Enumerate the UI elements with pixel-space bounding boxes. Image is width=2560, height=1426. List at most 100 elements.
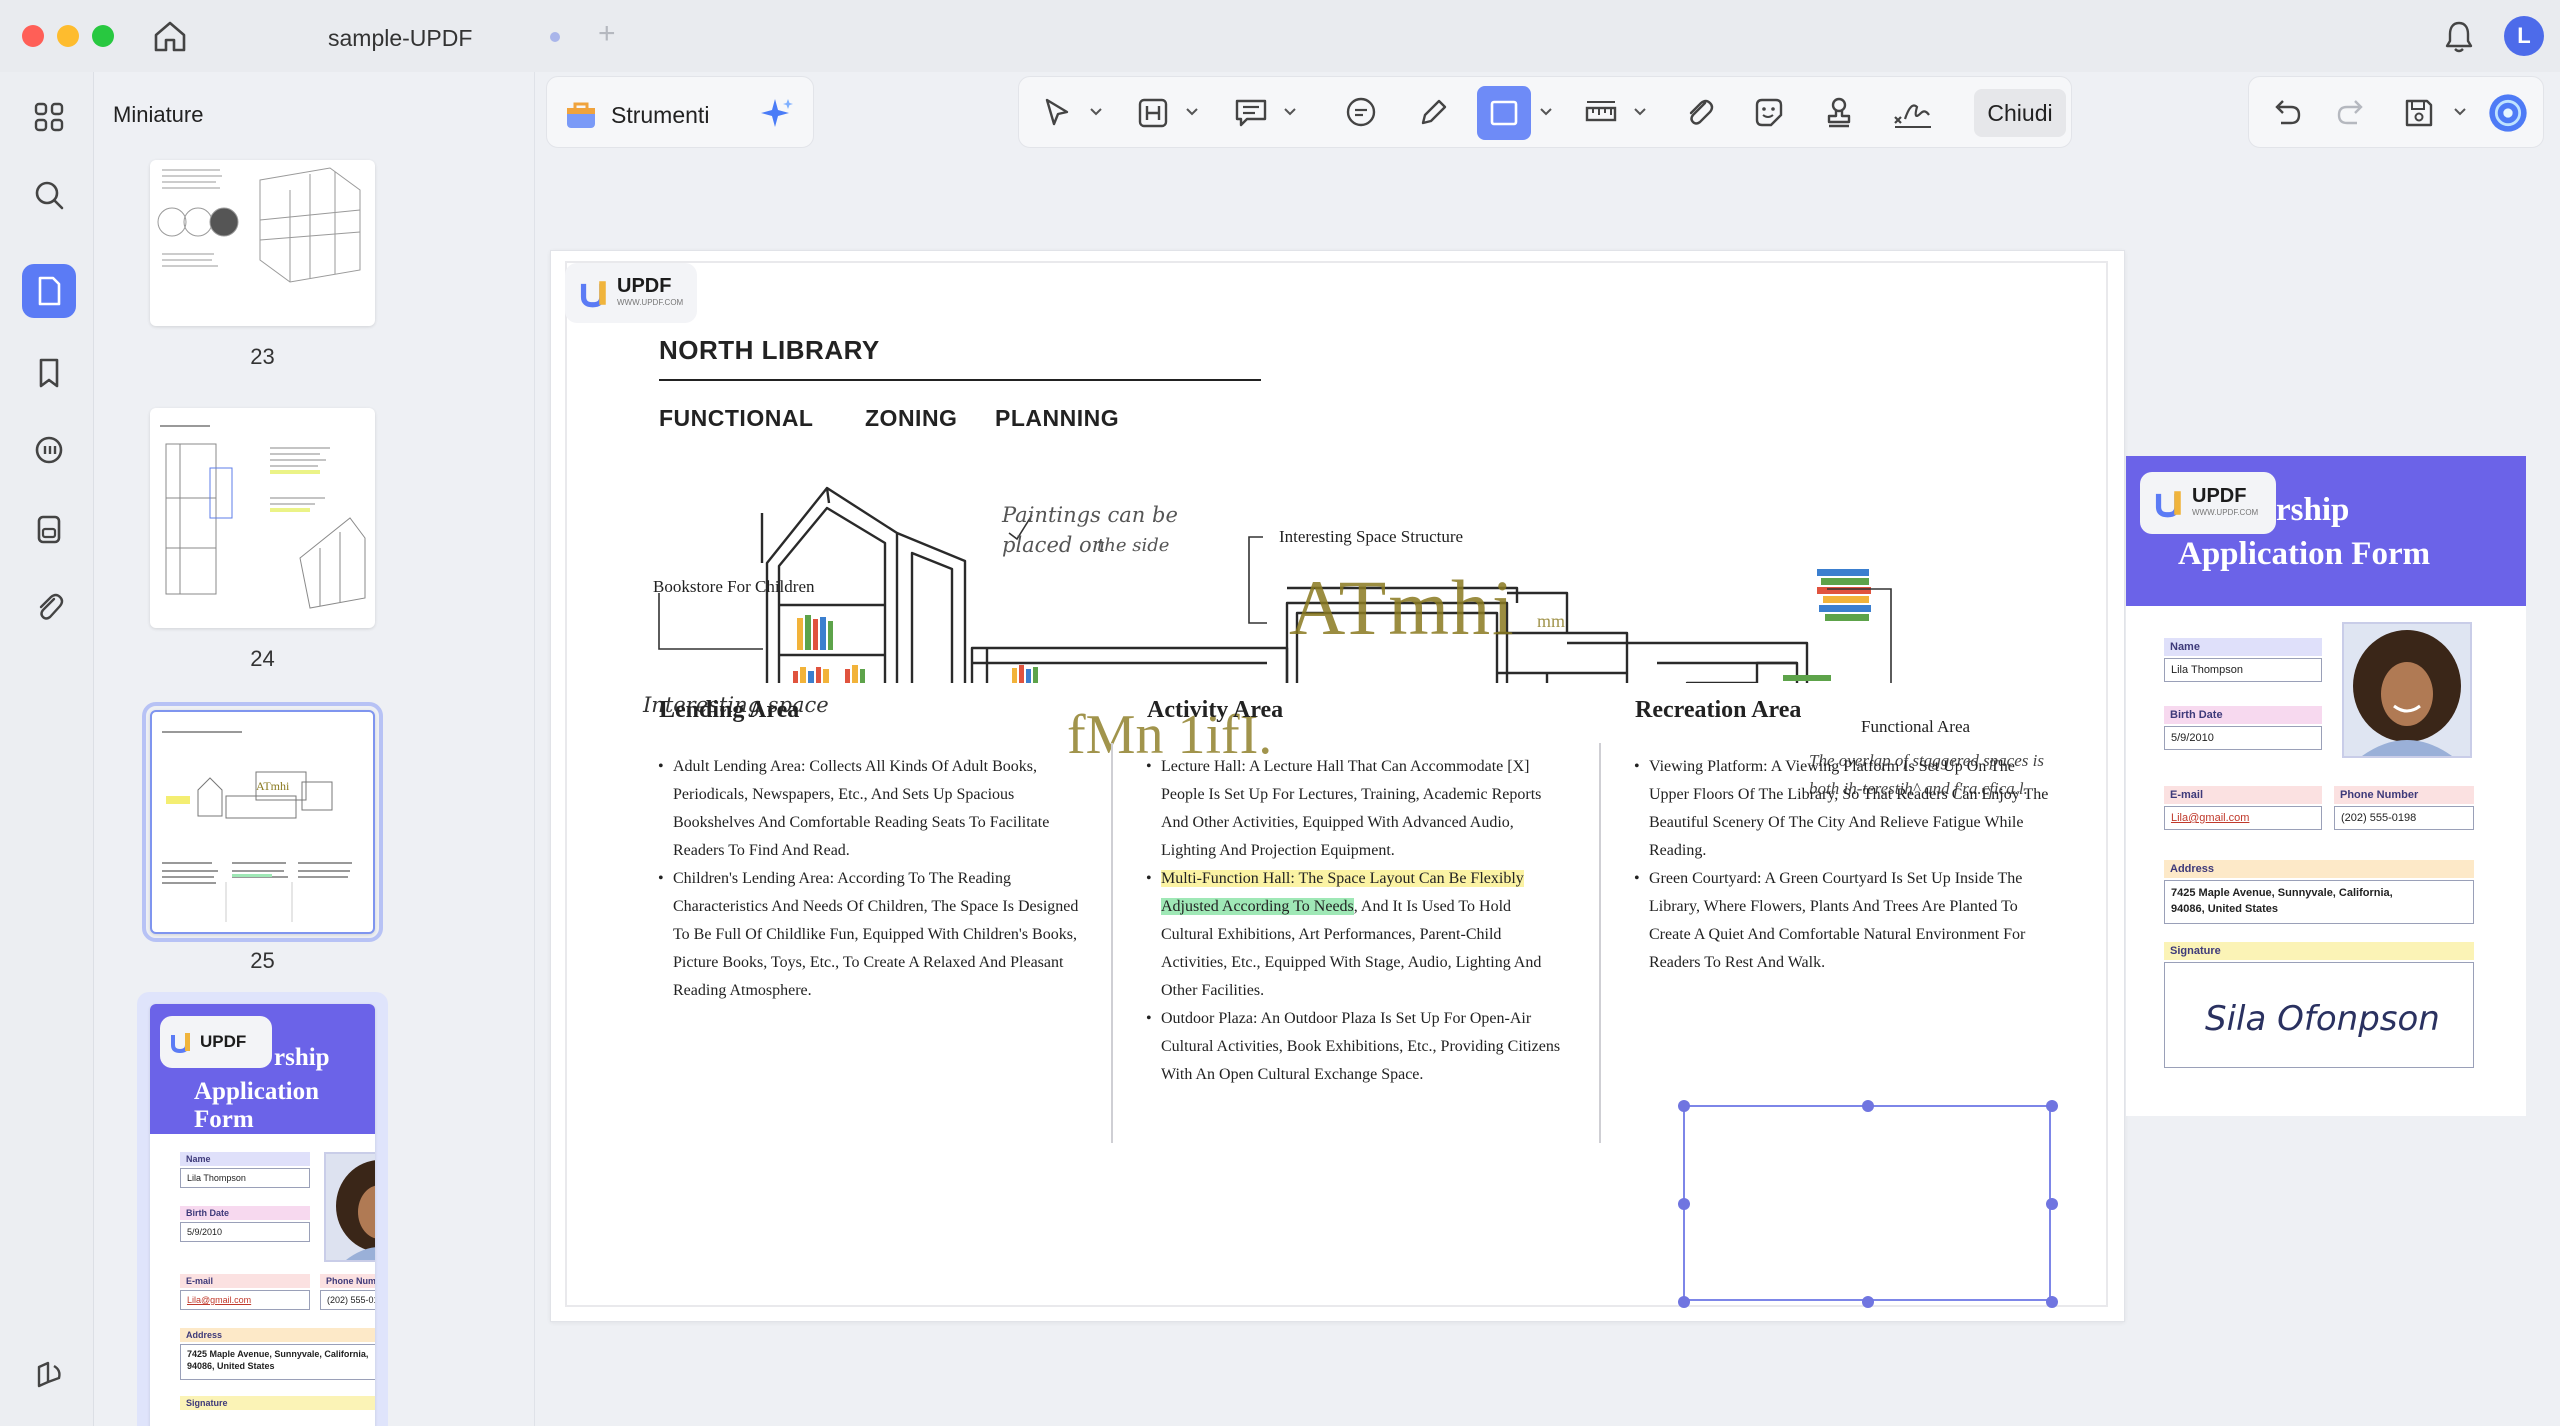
birth-date-field[interactable]: 5/9/2010 [2164,726,2322,750]
column-divider [1111,743,1113,1143]
close-window-button[interactable] [22,25,44,47]
bell-icon[interactable] [2440,18,2478,56]
thumbnail-24-preview [160,425,366,609]
updf-logo-text: UPDF [2192,485,2247,507]
thumb-birth-value: 5/9/2010 [180,1222,310,1242]
chevron-down-icon[interactable] [1633,105,1647,119]
list-item: Adult Lending Area: Collects All Kinds O… [658,753,1079,865]
zoom-window-button[interactable] [92,25,114,47]
resize-handle[interactable] [2046,1296,2058,1308]
select-arrow-icon[interactable] [1039,91,1075,135]
search-icon[interactable] [22,168,76,222]
theme-icon[interactable] [22,1348,76,1402]
save-icon[interactable] [2401,91,2437,135]
comments-icon[interactable] [22,424,76,478]
highlight-yellow[interactable]: Multi-Function Hall: The Space Layout Ca… [1161,870,1524,887]
form-page[interactable]: UPDF WWW.UPDF.COM rship Application Form… [2126,456,2526,1116]
recreation-area-title: Recreation Area [1635,697,1802,723]
attachment-icon[interactable] [22,580,76,634]
chevron-down-icon[interactable] [1185,105,1199,119]
chevron-down-icon[interactable] [1089,105,1103,119]
thumb-birth-label: Birth Date [180,1206,310,1220]
rectangle-shape-icon[interactable] [1477,86,1531,140]
address-line1: 7425 Maple Avenue, Sunnyvale, California… [2171,887,2393,899]
attach-file-icon[interactable] [1681,91,1717,135]
measure-icon[interactable] [1583,91,1619,135]
chevron-down-icon[interactable] [1539,105,1553,119]
thumb-address-line2: 94086, United States [187,1361,275,1371]
annotation-toolbar: Chiudi [1018,76,2072,148]
thumb-name-label: Name [180,1152,310,1166]
thumb-email-value: Lila@gmail.com [180,1290,310,1310]
minimize-window-button[interactable] [57,25,79,47]
list-item: Children's Lending Area: According To Th… [658,865,1079,1005]
resize-handle[interactable] [2046,1100,2058,1112]
bookmark-icon[interactable] [22,346,76,400]
rectangle-annotation[interactable] [1678,1100,2058,1308]
resize-handle[interactable] [1678,1198,1690,1210]
unsaved-dot-icon [550,32,560,42]
sticky-note-icon[interactable] [1343,91,1379,135]
thumbnails-icon[interactable] [22,264,76,318]
tools-button[interactable]: Strumenti [563,97,709,133]
sticker-icon[interactable] [1751,91,1787,135]
chevron-down-icon[interactable] [2453,105,2467,119]
pdf-page[interactable]: UPDF WWW.UPDF.COM NORTH LIBRARY FUNCTION… [550,250,2125,1322]
left-rail [0,72,94,1426]
user-avatar[interactable]: L [2504,16,2544,56]
stamp-panel-icon[interactable] [22,502,76,556]
pencil-icon[interactable] [1415,91,1451,135]
thumbnail-page-25[interactable]: ATmhi [142,702,383,942]
list-item-highlighted: Multi-Function Hall: The Space Layout Ca… [1146,865,1567,1005]
ocr-artifact-large: ATmhi [1289,564,1516,651]
ai-assistant-icon[interactable] [2487,91,2529,135]
name-field[interactable]: Lila Thompson [2164,658,2322,682]
signature-box[interactable]: Sila Ofonpson [2164,962,2474,1068]
title-bar: sample-UPDF + L [0,0,2560,72]
highlight-text-icon[interactable] [1135,91,1171,135]
handwritten-paintings-3: the side [1097,535,1170,556]
toolbox-icon [567,102,595,128]
resize-handle[interactable] [2046,1198,2058,1210]
document-canvas[interactable]: UPDF WWW.UPDF.COM NORTH LIBRARY FUNCTION… [536,150,2560,1426]
thumbnail-page-23[interactable] [150,160,375,326]
redo-icon[interactable] [2333,91,2369,135]
lending-area-title: Lending Area [659,697,800,723]
home-icon[interactable] [150,18,190,54]
document-tab-label: sample-UPDF [328,25,473,51]
new-tab-button[interactable]: + [598,16,616,52]
tools-label: Strumenti [611,101,710,128]
stamp-icon[interactable] [1821,91,1857,135]
thumb-address-label: Address [180,1328,375,1342]
chevron-down-icon[interactable] [1283,105,1297,119]
resize-handle[interactable] [1678,1100,1690,1112]
email-field[interactable]: Lila@gmail.com [2164,806,2322,830]
text-comment-icon[interactable] [1233,91,1269,135]
resize-handle[interactable] [1862,1296,1874,1308]
thumbnail-23-preview [157,167,361,283]
page-frame: UPDF WWW.UPDF.COM NORTH LIBRARY FUNCTION… [565,261,2108,1308]
thumb-photo [324,1152,375,1262]
address-field[interactable]: 7425 Maple Avenue, Sunnyvale, California… [2164,880,2474,924]
thumbnail-page-24[interactable] [150,408,375,628]
phone-field[interactable]: (202) 555-0198 [2334,806,2474,830]
ai-sparkle-icon[interactable] [757,95,797,135]
close-edit-button[interactable]: Chiudi [1974,89,2066,137]
updf-logo-sub: WWW.UPDF.COM [2192,508,2259,517]
resize-handle[interactable] [1678,1296,1690,1308]
applicant-photo [2342,622,2472,758]
recreation-area-list: Viewing Platform: A Viewing Platform Is … [1634,753,2055,977]
highlight-green[interactable]: Adjusted According To Needs [1161,898,1354,915]
updf-badge: UPDF WWW.UPDF.COM [2140,472,2276,534]
apps-grid-icon[interactable] [22,90,76,144]
thumbnail-page-26[interactable]: UPDF rship Application Form Name Lila Th… [150,1004,375,1426]
signature-icon[interactable] [1891,91,1935,135]
resize-handle[interactable] [1862,1100,1874,1112]
thumb-signature-label: Signature [180,1396,375,1410]
thumb-address-box: 7425 Maple Avenue, Sunnyvale, California… [180,1344,375,1380]
label-interesting-structure: Interesting Space Structure [1279,527,1464,546]
undo-icon[interactable] [2269,91,2305,135]
history-toolbar [2248,76,2544,148]
thumbnail-number: 24 [250,646,275,671]
document-tab[interactable]: sample-UPDF [232,12,582,60]
